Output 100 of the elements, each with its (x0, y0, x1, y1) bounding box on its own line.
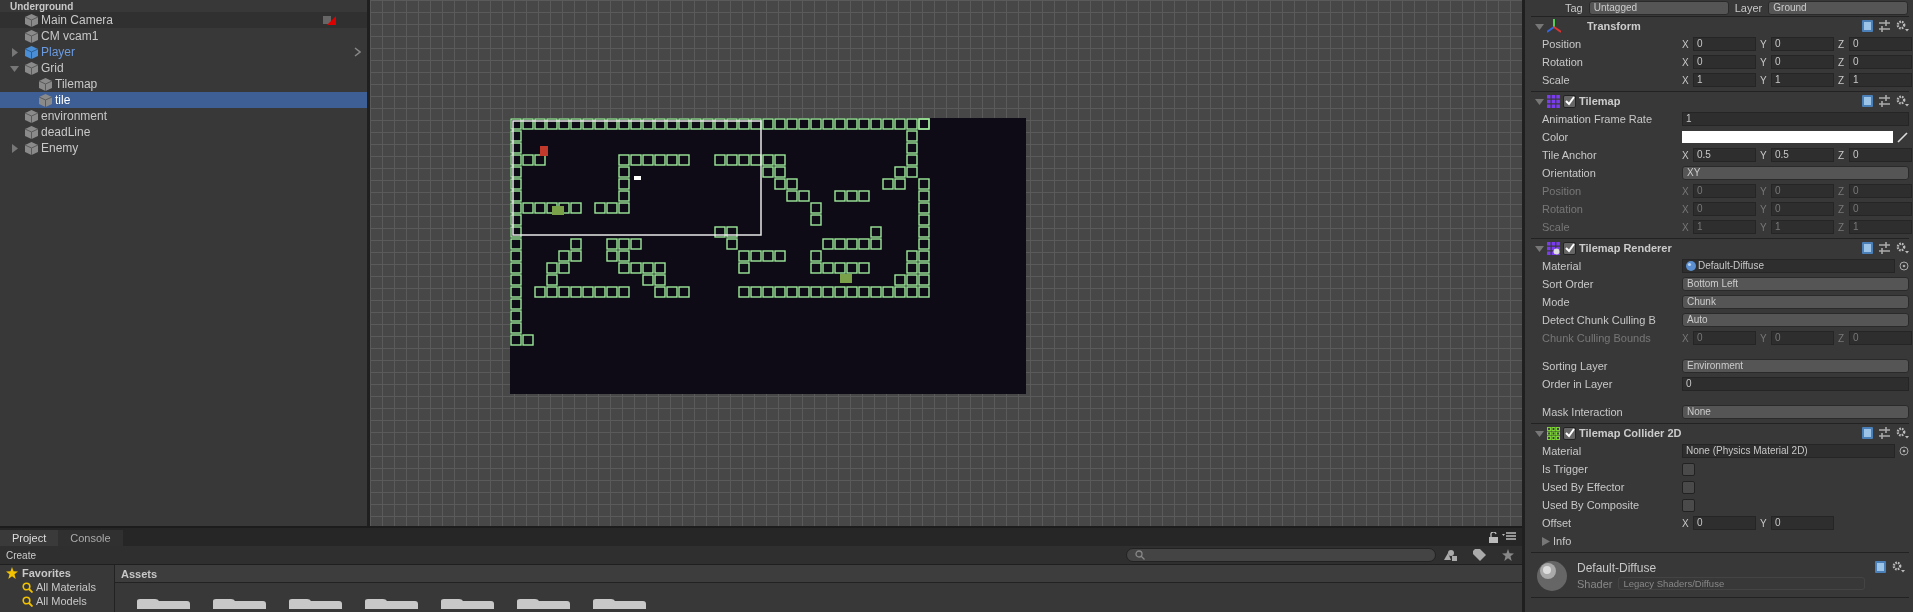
field-label: Position (1542, 38, 1583, 50)
number-field[interactable]: 1 (1693, 73, 1756, 87)
preset-sliders-icon[interactable] (1879, 427, 1890, 439)
folder-icon[interactable] (211, 597, 267, 609)
preset-sliders-icon[interactable] (1879, 95, 1890, 107)
object-picker-icon[interactable] (1899, 446, 1909, 456)
hierarchy-item[interactable]: Player (0, 44, 367, 60)
settings-icon[interactable] (1896, 95, 1909, 107)
hierarchy-item[interactable]: tile (0, 92, 367, 108)
number-field[interactable]: 0 (1693, 516, 1756, 530)
color-swatch[interactable] (1682, 131, 1893, 143)
favorites-heading[interactable]: Favorites (22, 566, 71, 579)
lock-icon[interactable] (1489, 532, 1498, 543)
foldout-arrow-icon[interactable] (10, 47, 19, 57)
tag-icon[interactable] (1473, 549, 1486, 561)
favorite-item[interactable]: All Materials (6, 580, 114, 594)
number-field[interactable]: 0 (1849, 55, 1912, 69)
dropdown[interactable]: Bottom Left (1682, 277, 1909, 291)
folder-icon[interactable] (515, 597, 571, 609)
dropdown[interactable]: Environment (1682, 359, 1909, 373)
settings-icon[interactable] (1896, 20, 1909, 32)
number-field[interactable]: 0 (1693, 37, 1756, 51)
checkbox[interactable] (1682, 498, 1695, 512)
search-icon (22, 581, 33, 593)
eyedropper-icon[interactable] (1897, 131, 1909, 143)
folder-icon[interactable] (363, 597, 419, 609)
scene-view[interactable] (370, 0, 1522, 526)
filter-by-type-icon[interactable] (1444, 549, 1457, 561)
foldout-arrow-icon[interactable] (1535, 243, 1544, 253)
chevron-right-icon[interactable] (354, 47, 361, 57)
settings-icon[interactable] (1892, 561, 1905, 573)
number-field[interactable]: 1 (1682, 112, 1909, 126)
panel-tab[interactable]: Project (0, 530, 59, 546)
enable-checkbox[interactable] (1563, 426, 1576, 440)
number-field[interactable]: 0.5 (1693, 148, 1756, 162)
number-field[interactable]: 0 (1693, 55, 1756, 69)
hierarchy-item[interactable]: CM vcam1 (0, 28, 367, 44)
layer-dropdown[interactable]: Ground (1768, 1, 1909, 15)
enable-checkbox[interactable] (1563, 94, 1576, 108)
field-label: Scale (1542, 74, 1571, 86)
number-field[interactable]: 0.5 (1771, 148, 1834, 162)
object-picker-icon[interactable] (1899, 261, 1909, 271)
dropdown[interactable]: None (1682, 405, 1909, 419)
settings-icon[interactable] (1896, 242, 1909, 254)
favorite-item[interactable]: All Models (6, 594, 114, 608)
help-book-icon[interactable] (1862, 427, 1873, 439)
foldout-arrow-icon[interactable] (1535, 96, 1544, 106)
number-field[interactable]: 0 (1771, 516, 1834, 530)
field-label: Scale (1542, 221, 1571, 233)
number-field[interactable]: 0 (1849, 37, 1912, 51)
checkbox[interactable] (1682, 462, 1695, 476)
number-field[interactable]: 1 (1771, 73, 1834, 87)
hierarchy-item[interactable]: environment (0, 108, 367, 124)
star-icon[interactable] (1502, 549, 1514, 561)
folder-icon[interactable] (287, 597, 343, 609)
foldout-arrow-icon[interactable] (1542, 536, 1550, 546)
help-book-icon[interactable] (1862, 242, 1873, 254)
preset-sliders-icon[interactable] (1879, 20, 1890, 32)
component-title: Tilemap Renderer (1579, 242, 1672, 254)
object-field[interactable]: Default-Diffuse (1682, 259, 1895, 273)
number-field[interactable]: 0 (1771, 55, 1834, 69)
foldout-label[interactable]: Info (1553, 535, 1693, 547)
field-label: Rotation (1542, 56, 1584, 68)
hierarchy-item[interactable]: Grid (0, 60, 367, 76)
object-field[interactable]: None (Physics Material 2D) (1682, 444, 1895, 458)
hierarchy-item[interactable]: Enemy (0, 140, 367, 156)
dropdown[interactable]: XY (1682, 166, 1909, 180)
folder-icon[interactable] (439, 597, 495, 609)
settings-icon[interactable] (1896, 427, 1909, 439)
hierarchy-item[interactable]: Tilemap (0, 76, 367, 92)
axis-label: X (1682, 38, 1690, 50)
create-dropdown[interactable]: Create (0, 549, 42, 561)
panel-tab[interactable]: Console (58, 530, 123, 546)
foldout-arrow-icon[interactable] (10, 63, 19, 73)
checkbox[interactable] (1682, 480, 1695, 494)
tag-dropdown[interactable]: Untagged (1588, 1, 1729, 15)
folder-icon[interactable] (591, 597, 647, 609)
number-field[interactable]: 0 (1771, 37, 1834, 51)
hierarchy-item[interactable]: Main Camera (0, 12, 367, 28)
dropdown[interactable]: Chunk (1682, 295, 1909, 309)
scene-name: Underground (10, 1, 74, 12)
field-label: Color (1542, 131, 1570, 143)
menu-icon[interactable] (1502, 532, 1516, 540)
foldout-arrow-icon[interactable] (1535, 428, 1544, 438)
search-field[interactable] (1126, 548, 1436, 562)
foldout-arrow-icon[interactable] (1535, 21, 1544, 31)
search-icon (22, 595, 33, 607)
foldout-arrow-icon[interactable] (10, 143, 19, 153)
number-field[interactable]: 0 (1682, 377, 1909, 391)
preset-sliders-icon[interactable] (1879, 242, 1890, 254)
number-field[interactable]: 0 (1849, 148, 1912, 162)
help-book-icon[interactable] (1862, 20, 1873, 32)
hierarchy-item[interactable]: deadLine (0, 124, 367, 140)
dropdown[interactable]: Auto (1682, 313, 1909, 327)
number-field[interactable]: 1 (1849, 73, 1912, 87)
enable-checkbox[interactable] (1563, 241, 1576, 255)
help-book-icon[interactable] (1862, 95, 1873, 107)
help-book-icon[interactable] (1875, 561, 1886, 573)
breadcrumb-link[interactable]: Assets (121, 567, 158, 580)
folder-icon[interactable] (135, 597, 191, 609)
